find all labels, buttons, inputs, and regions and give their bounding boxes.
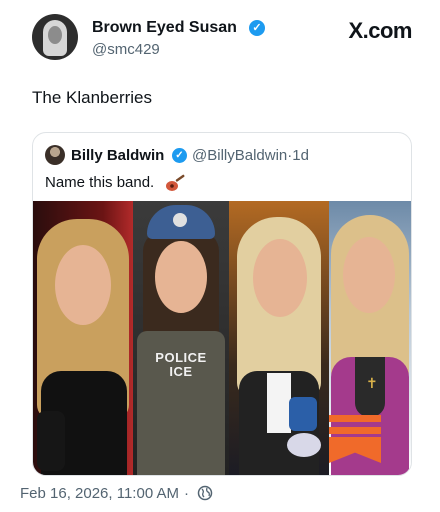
media-panel-4: ✝ (329, 201, 411, 475)
post-timestamp[interactable]: Feb 16, 2026, 11:00 AM (20, 485, 179, 502)
quoted-author-handle-and-age[interactable]: @BillyBaldwin·1d (192, 147, 309, 164)
author-handle[interactable]: @smc429 (92, 41, 160, 58)
vest-label-line-2: ICE (169, 364, 193, 379)
author-avatar[interactable] (32, 14, 78, 60)
vest-label: POLICE ICE (145, 351, 217, 379)
post-header: Brown Eyed Susan ✓ @smc429 X.com (32, 14, 412, 64)
substack-logo-icon (329, 415, 381, 439)
separator-dot: · (184, 485, 189, 502)
post-text: The Klanberries (32, 88, 153, 107)
quoted-post-text: Name this band. (45, 174, 155, 191)
media-panel-1 (33, 201, 133, 475)
post-age: 1d (292, 147, 309, 164)
quoted-post-media[interactable]: POLICE ICE ✝ (33, 201, 411, 475)
media-panel-3 (229, 201, 329, 475)
quoted-author-display-name[interactable]: Billy Baldwin (71, 147, 164, 164)
author-display-name[interactable]: Brown Eyed Susan (92, 19, 237, 37)
quoted-post[interactable]: Billy Baldwin ✓ @BillyBaldwin·1d Name th… (32, 132, 412, 476)
quoted-author-handle: @BillyBaldwin (192, 147, 288, 164)
guitar-emoji-icon (166, 174, 185, 191)
vest-label-line-1: POLICE (155, 350, 207, 365)
microphone (289, 397, 317, 431)
quoted-author-avatar[interactable] (45, 145, 65, 165)
cross-necklace-icon: ✝ (366, 375, 378, 391)
verified-badge-icon: ✓ (249, 20, 265, 36)
globe-icon (197, 485, 213, 501)
brand-watermark: X.com (348, 18, 412, 43)
media-panel-2: POLICE ICE (133, 201, 229, 475)
verified-badge-icon: ✓ (172, 148, 187, 163)
